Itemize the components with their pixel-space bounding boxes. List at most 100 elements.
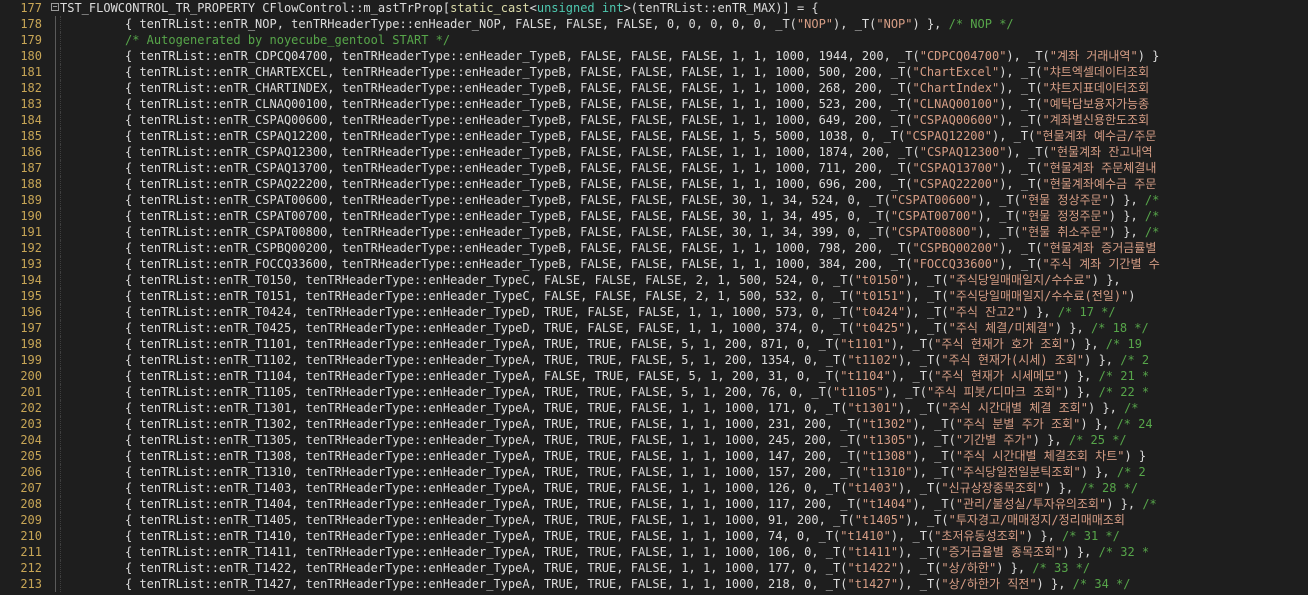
token-plain: { tenTRList::enTR_CSPAT00600, tenTRHeade… (125, 193, 891, 207)
token-cmt: /* (1144, 225, 1160, 239)
token-str: "현물계좌 예수금/주문 (1035, 129, 1157, 143)
token-plain: { tenTRList::enTR_T1104, tenTRHeaderType… (125, 369, 841, 383)
token-plain: ), _T( (999, 177, 1043, 191)
code-line[interactable]: 189 { tenTRList::enTR_CSPAT00600, tenTRH… (0, 192, 1308, 208)
code-line[interactable]: 188 { tenTRList::enTR_CSPAQ22200, tenTRH… (0, 176, 1308, 192)
line-number: 182 (20, 81, 42, 95)
code-line[interactable]: 186 { tenTRList::enTR_CSPAQ12300, tenTRH… (0, 144, 1308, 160)
code-text: { tenTRList::enTR_T1105, tenTRHeaderType… (60, 384, 1308, 400)
token-plain: ) }, (1062, 545, 1099, 559)
token-plain: ), _T( (1006, 49, 1050, 63)
code-line[interactable]: 192 { tenTRList::enTR_CSPBQ00200, tenTRH… (0, 240, 1308, 256)
code-line[interactable]: 193 { tenTRList::enTR_FOCCQ33600, tenTRH… (0, 256, 1308, 272)
code-line[interactable]: 196 { tenTRList::enTR_T0424, tenTRHeader… (0, 304, 1308, 320)
code-text: { tenTRList::enTR_CSPAQ22200, tenTRHeade… (60, 176, 1308, 192)
token-str: "예탁담보융자가능종 (1042, 97, 1150, 111)
code-line[interactable]: 213 { tenTRList::enTR_T1427, tenTRHeader… (0, 576, 1308, 592)
token-plain: ), _T( (898, 545, 942, 559)
indent-guide (60, 560, 125, 576)
code-line[interactable]: 200 { tenTRList::enTR_T1104, tenTRHeader… (0, 368, 1308, 384)
code-line[interactable]: 198 { tenTRList::enTR_T1101, tenTRHeader… (0, 336, 1308, 352)
code-line[interactable]: 187 { tenTRList::enTR_CSPAQ13700, tenTRH… (0, 160, 1308, 176)
line-number: 212 (20, 561, 42, 575)
code-text: { tenTRList::enTR_CLNAQ00100, tenTRHeade… (60, 96, 1308, 112)
indent-guide (60, 256, 125, 272)
indent-guide (60, 272, 125, 288)
code-line[interactable]: 205 { tenTRList::enTR_T1308, tenTRHeader… (0, 448, 1308, 464)
indent-guide (60, 288, 125, 304)
token-str: "t1308" (861, 449, 913, 463)
code-line[interactable]: 180 { tenTRList::enTR_CDPCQ04700, tenTRH… (0, 48, 1308, 64)
code-line[interactable]: 197 { tenTRList::enTR_T0425, tenTRHeader… (0, 320, 1308, 336)
token-plain: { tenTRList::enTR_CSPAQ12300, tenTRHeade… (125, 145, 920, 159)
code-line[interactable]: 194 { tenTRList::enTR_T0150, tenTRHeader… (0, 272, 1308, 288)
code-line[interactable]: 177− TST_FLOWCONTROL_TR_PROPERTY CFlowCon… (0, 0, 1308, 16)
code-line[interactable]: 191 { tenTRList::enTR_CSPAT00800, tenTRH… (0, 224, 1308, 240)
token-str: "주식 현재가 호가 조회" (934, 337, 1070, 351)
code-text: { tenTRList::enTR_T1403, tenTRHeaderType… (60, 480, 1308, 496)
code-line[interactable]: 206 { tenTRList::enTR_T1310, tenTRHeader… (0, 464, 1308, 480)
token-str: "주식당일매매일지/수수료" (948, 273, 1092, 287)
indent-guide (60, 416, 125, 432)
code-line[interactable]: 181 { tenTRList::enTR_CHARTEXCEL, tenTRH… (0, 64, 1308, 80)
token-cmt: /* 24 (1116, 417, 1153, 431)
code-line[interactable]: 212 { tenTRList::enTR_T1422, tenTRHeader… (0, 560, 1308, 576)
code-line[interactable]: 209 { tenTRList::enTR_T1405, tenTRHeader… (0, 512, 1308, 528)
token-plain: ) (1128, 289, 1136, 303)
code-line[interactable]: 199 { tenTRList::enTR_T1102, tenTRHeader… (0, 352, 1308, 368)
code-line[interactable]: 207 { tenTRList::enTR_T1403, tenTRHeader… (0, 480, 1308, 496)
code-text: { tenTRList::enTR_T1405, tenTRHeaderType… (60, 512, 1308, 528)
token-str: "t1102" (847, 353, 899, 367)
token-str: "CDPCQ04700" (919, 49, 1007, 63)
indent-guide (60, 208, 125, 224)
token-plain: { tenTRList::enTR_T1403, tenTRHeaderType… (125, 481, 848, 495)
code-line[interactable]: 185 { tenTRList::enTR_CSPAQ12200, tenTRH… (0, 128, 1308, 144)
token-plain: { tenTRList::enTR_NOP, tenTRHeaderType::… (125, 17, 797, 31)
code-line[interactable]: 184 { tenTRList::enTR_CSPAQ00600, tenTRH… (0, 112, 1308, 128)
code-line[interactable]: 178 { tenTRList::enTR_NOP, tenTRHeaderTy… (0, 16, 1308, 32)
token-plain: { tenTRList::enTR_CLNAQ00100, tenTRHeade… (125, 97, 913, 111)
line-number: 196 (20, 305, 42, 319)
fold-collapse-icon[interactable]: − (50, 0, 60, 16)
token-plain: ) }, (1054, 321, 1091, 335)
code-line[interactable]: 202 { tenTRList::enTR_T1301, tenTRHeader… (0, 400, 1308, 416)
token-plain: { tenTRList::enTR_T1102, tenTRHeaderType… (125, 353, 848, 367)
line-number: 211 (20, 545, 42, 559)
token-str: "주식 계좌 기간별 수 (1042, 257, 1160, 271)
token-plain: { tenTRList::enTR_T1310, tenTRHeaderType… (125, 465, 862, 479)
token-plain: { tenTRList::enTR_CSPAQ12200, tenTRHeade… (125, 129, 906, 143)
token-kw: static_cast (450, 1, 530, 15)
code-line[interactable]: 203 { tenTRList::enTR_T1302, tenTRHeader… (0, 416, 1308, 432)
fold-guide (50, 368, 60, 384)
fold-guide (50, 400, 60, 416)
code-line[interactable]: 179 /* Autogenerated by noyecube_gentool… (0, 32, 1308, 48)
code-line[interactable]: 201 { tenTRList::enTR_T1105, tenTRHeader… (0, 384, 1308, 400)
code-line[interactable]: 182 { tenTRList::enTR_CHARTINDEX, tenTRH… (0, 80, 1308, 96)
fold-guide (50, 448, 60, 464)
code-text: { tenTRList::enTR_T0151, tenTRHeaderType… (60, 288, 1308, 304)
token-str: "ChartIndex" (912, 81, 1000, 95)
token-cmt: /* (1144, 209, 1160, 223)
token-plain: ) }, (996, 561, 1033, 575)
indent-guide (60, 80, 125, 96)
code-line[interactable]: 210 { tenTRList::enTR_T1410, tenTRHeader… (0, 528, 1308, 544)
code-editor[interactable]: 177− TST_FLOWCONTROL_TR_PROPERTY CFlowCon… (0, 0, 1308, 595)
line-number: 188 (20, 177, 42, 191)
token-plain: ) }, (1080, 417, 1117, 431)
code-line[interactable]: 208 { tenTRList::enTR_T1404, tenTRHeader… (0, 496, 1308, 512)
token-plain: ), _T( (912, 497, 956, 511)
token-plain: { tenTRList::enTR_T0425, tenTRHeaderType… (125, 321, 855, 335)
code-line[interactable]: 183 { tenTRList::enTR_CLNAQ00100, tenTRH… (0, 96, 1308, 112)
code-line[interactable]: 204 { tenTRList::enTR_T1305, tenTRHeader… (0, 432, 1308, 448)
code-line[interactable]: 211 { tenTRList::enTR_T1411, tenTRHeader… (0, 544, 1308, 560)
code-line[interactable]: 190 { tenTRList::enTR_CSPAT00700, tenTRH… (0, 208, 1308, 224)
token-str: "t1302" (861, 417, 913, 431)
token-cmt: /* (1142, 497, 1157, 511)
token-str: "주식당일매매일지/수수료(전일)" (948, 289, 1129, 303)
token-str: "t1301" (847, 401, 899, 415)
token-plain: ), _T( (898, 481, 942, 495)
line-number: 197 (20, 321, 42, 335)
indent-guide (60, 528, 125, 544)
code-line[interactable]: 195 { tenTRList::enTR_T0151, tenTRHeader… (0, 288, 1308, 304)
token-plain: { tenTRList::enTR_T0150, tenTRHeaderType… (125, 273, 855, 287)
